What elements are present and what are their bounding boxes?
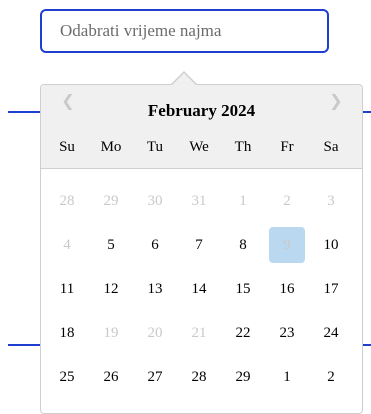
day-cell[interactable]: 7 <box>181 227 217 263</box>
day-cell[interactable]: 18 <box>49 315 85 351</box>
day-cell[interactable]: 29 <box>225 359 261 395</box>
day-cell[interactable]: 1 <box>225 183 261 219</box>
day-cell[interactable]: 13 <box>137 271 173 307</box>
day-cell[interactable]: 31 <box>181 183 217 219</box>
day-cell[interactable]: 26 <box>93 359 129 395</box>
day-cell[interactable]: 12 <box>93 271 129 307</box>
day-cell[interactable]: 6 <box>137 227 173 263</box>
day-cell[interactable]: 17 <box>313 271 349 307</box>
day-cell[interactable]: 24 <box>313 315 349 351</box>
day-cell[interactable]: 25 <box>49 359 85 395</box>
day-cell[interactable]: 5 <box>93 227 129 263</box>
weekday-label: We <box>189 139 209 155</box>
day-cell[interactable]: 3 <box>313 183 349 219</box>
day-cell[interactable]: 23 <box>269 315 305 351</box>
day-cell[interactable]: 22 <box>225 315 261 351</box>
weekday-label: Su <box>59 139 75 155</box>
weekday-label: Tu <box>146 139 164 155</box>
day-cell[interactable]: 10 <box>313 227 349 263</box>
day-cell[interactable]: 28 <box>49 183 85 219</box>
popup-pointer-fill <box>172 73 196 85</box>
divider-line <box>362 344 371 346</box>
weekday-label: Mo <box>100 139 122 155</box>
datepicker-header: ❮ February 2024 ❯ Su Mo Tu We Th Fr Sa <box>41 85 362 169</box>
day-cell[interactable]: 4 <box>49 227 85 263</box>
day-cell-selected[interactable]: 9 <box>269 227 305 263</box>
day-cell[interactable]: 30 <box>137 183 173 219</box>
day-cell[interactable]: 2 <box>313 359 349 395</box>
divider-line <box>8 344 41 346</box>
day-cell[interactable]: 16 <box>269 271 305 307</box>
day-cell[interactable]: 28 <box>181 359 217 395</box>
day-cell[interactable]: 21 <box>181 315 217 351</box>
day-cell[interactable]: 1 <box>269 359 305 395</box>
day-cell[interactable]: 15 <box>225 271 261 307</box>
divider-line <box>8 111 41 113</box>
month-title: February 2024 <box>147 101 256 120</box>
weekday-label: Sa <box>323 139 339 155</box>
day-cell[interactable]: 8 <box>225 227 261 263</box>
day-cell[interactable]: 29 <box>93 183 129 219</box>
day-cell[interactable]: 11 <box>49 271 85 307</box>
day-cell[interactable]: 14 <box>181 271 217 307</box>
day-cell[interactable]: 20 <box>137 315 173 351</box>
weekday-label: Fr <box>280 139 294 155</box>
chevron-right-icon[interactable]: ❯ <box>326 91 346 111</box>
weekday-label: Th <box>234 139 252 155</box>
rental-time-input[interactable] <box>40 9 329 53</box>
datepicker-popup: ❮ February 2024 ❯ Su Mo Tu We Th Fr Sa 28 29 30 3… <box>40 84 363 414</box>
day-cell[interactable]: 27 <box>137 359 173 395</box>
day-cell[interactable]: 19 <box>93 315 129 351</box>
day-cell[interactable]: 2 <box>269 183 305 219</box>
divider-line <box>362 111 371 113</box>
